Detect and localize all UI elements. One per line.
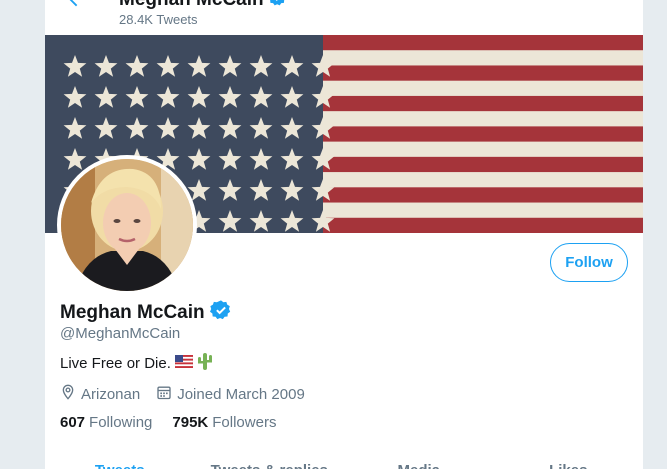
tweet-count: 28.4K Tweets xyxy=(119,12,198,27)
back-button[interactable] xyxy=(63,0,89,14)
arrow-left-icon xyxy=(65,0,87,15)
header-name-text: Meghan McCain xyxy=(119,0,264,11)
display-name-text: Meghan McCain xyxy=(60,302,205,323)
following-link[interactable]: 607 Following xyxy=(60,414,152,431)
profile-meta: Arizonan Joined March 2009 xyxy=(60,383,321,405)
verified-badge-icon xyxy=(209,299,232,327)
verified-badge-icon xyxy=(268,0,288,13)
display-name: Meghan McCain xyxy=(60,299,232,327)
tab-media[interactable]: Media xyxy=(344,458,494,469)
profile-tabs: Tweets Tweets & replies Media Likes xyxy=(45,458,643,469)
cactus-emoji xyxy=(197,352,213,374)
calendar-icon xyxy=(156,384,172,405)
profile-panel: Meghan McCain 28.4K Tweets xyxy=(44,0,644,469)
followers-link[interactable]: 795K Followers xyxy=(172,414,276,431)
follow-stats: 607 Following 795K Followers xyxy=(60,414,296,431)
avatar-photo xyxy=(61,159,193,291)
following-count: 607 xyxy=(60,414,86,431)
location-pin-icon xyxy=(60,383,76,405)
location: Arizonan xyxy=(60,383,140,405)
followers-count: 795K xyxy=(172,414,209,431)
following-label: Following xyxy=(89,414,153,431)
avatar[interactable] xyxy=(57,155,197,295)
follow-button[interactable]: Follow xyxy=(550,243,628,282)
location-text: Arizonan xyxy=(81,385,141,403)
join-date: Joined March 2009 xyxy=(156,384,305,405)
join-date-text: Joined March 2009 xyxy=(177,385,305,403)
tab-tweets-replies[interactable]: Tweets & replies xyxy=(195,458,345,469)
bio-text: Live Free or Die. xyxy=(60,354,171,372)
followers-label: Followers xyxy=(212,414,277,431)
tab-likes[interactable]: Likes xyxy=(494,458,644,469)
user-handle: @MeghanMcCain xyxy=(60,325,181,342)
bio: Live Free or Die. xyxy=(60,352,213,374)
tab-tweets[interactable]: Tweets xyxy=(45,458,195,469)
us-flag-emoji xyxy=(174,354,194,372)
